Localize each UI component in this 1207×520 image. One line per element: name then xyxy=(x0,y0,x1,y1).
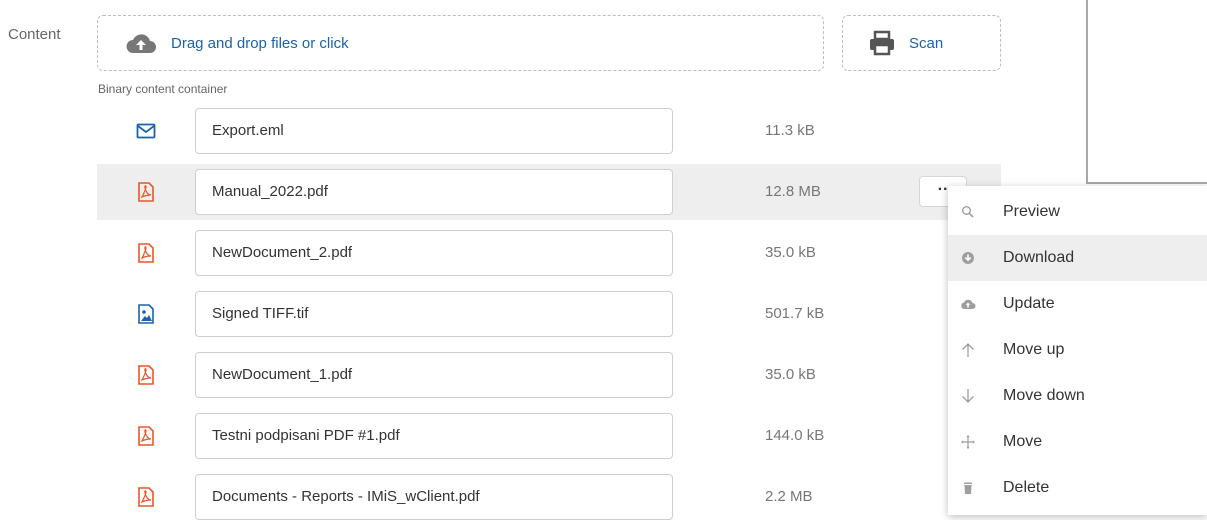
file-size: 35.0 kB xyxy=(765,366,816,383)
menu-item-update[interactable]: Update xyxy=(948,281,1207,327)
search-icon xyxy=(962,206,974,218)
file-row[interactable]: Documents - Reports - IMiS_wClient.pdf 2… xyxy=(97,469,1001,520)
file-name-field[interactable]: Documents - Reports - IMiS_wClient.pdf xyxy=(195,474,673,520)
file-name-field[interactable]: Signed TIFF.tif xyxy=(195,291,673,337)
file-size: 11.3 kB xyxy=(765,122,815,139)
printer-icon xyxy=(870,30,894,56)
pdf-icon xyxy=(138,426,154,446)
menu-item-label: Download xyxy=(1003,249,1075,266)
envelope-icon xyxy=(136,123,156,139)
file-row[interactable]: NewDocument_1.pdf 35.0 kB xyxy=(97,347,1001,403)
menu-item-label: Move down xyxy=(1003,387,1085,404)
menu-item-label: Preview xyxy=(1003,203,1060,220)
file-size: 501.7 kB xyxy=(765,305,825,322)
menu-item-label: Update xyxy=(1003,295,1055,312)
file-row[interactable]: Testni podpisani PDF #1.pdf 144.0 kB xyxy=(97,408,1001,464)
menu-item-move-down[interactable]: Move down xyxy=(948,373,1207,419)
cloud-upload-icon xyxy=(126,34,156,53)
arrow-up-icon xyxy=(962,343,974,357)
content-label: Content xyxy=(8,26,61,43)
side-panel xyxy=(1086,0,1207,184)
pdf-icon xyxy=(138,487,154,507)
scan-button[interactable]: Scan xyxy=(842,15,1001,71)
pdf-icon xyxy=(138,243,154,263)
menu-item-download[interactable]: Download xyxy=(948,235,1207,281)
menu-item-label: Move xyxy=(1003,433,1043,450)
file-size: 2.2 MB xyxy=(765,488,813,505)
scan-label: Scan xyxy=(909,34,944,52)
pdf-icon xyxy=(138,365,154,385)
file-row[interactable]: Manual_2022.pdf 12.8 MB xyxy=(97,164,1001,220)
file-name-field[interactable]: NewDocument_1.pdf xyxy=(195,352,673,398)
menu-item-move[interactable]: Move xyxy=(948,419,1207,465)
file-name-field[interactable]: Export.eml xyxy=(195,108,673,154)
file-size: 144.0 kB xyxy=(765,427,825,444)
pdf-icon xyxy=(138,182,154,202)
file-row[interactable]: NewDocument_2.pdf 35.0 kB xyxy=(97,225,1001,281)
context-menu: Preview Download Update Move up Move dow… xyxy=(948,186,1207,515)
menu-item-move-up[interactable]: Move up xyxy=(948,327,1207,373)
binary-container-label: Binary content container xyxy=(98,82,228,96)
file-dropzone[interactable]: Drag and drop files or click xyxy=(97,15,824,71)
cloud-upload-icon xyxy=(961,299,976,309)
move-icon xyxy=(961,435,975,449)
file-row[interactable]: Signed TIFF.tif 501.7 kB xyxy=(97,286,1001,342)
file-name-field[interactable]: Testni podpisani PDF #1.pdf xyxy=(195,413,673,459)
download-icon xyxy=(962,252,974,264)
file-name-field[interactable]: Manual_2022.pdf xyxy=(195,169,673,215)
menu-item-label: Move up xyxy=(1003,341,1065,358)
arrow-down-icon xyxy=(962,389,974,403)
file-name-field[interactable]: NewDocument_2.pdf xyxy=(195,230,673,276)
trash-icon xyxy=(964,482,972,494)
menu-item-preview[interactable]: Preview xyxy=(948,189,1207,235)
menu-item-delete[interactable]: Delete xyxy=(948,465,1207,511)
file-size: 12.8 MB xyxy=(765,183,821,200)
file-size: 35.0 kB xyxy=(765,244,816,261)
dropzone-label: Drag and drop files or click xyxy=(171,34,349,52)
image-file-icon xyxy=(138,304,154,324)
menu-item-label: Delete xyxy=(1003,479,1050,496)
file-row[interactable]: Export.eml 11.3 kB xyxy=(97,103,1001,159)
